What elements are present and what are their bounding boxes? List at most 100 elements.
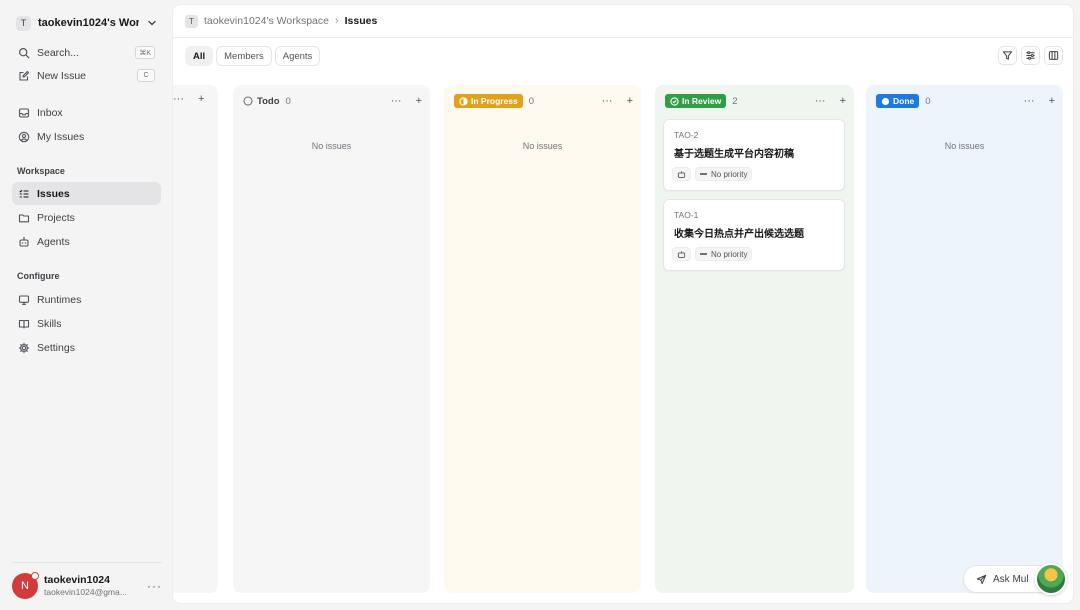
sidebar-item-settings[interactable]: Settings [12,336,161,359]
sliders-icon [1026,51,1035,60]
column-more-icon[interactable]: ··· [1024,95,1035,107]
in-progress-status-icon [459,96,468,106]
issue-meta: No priority [672,247,753,261]
skills-label: Skills [37,317,62,330]
breadcrumb: T taokevin1024's Workspace › Issues [173,5,1073,38]
column-count: 0 [285,95,291,107]
sidebar-item-runtimes[interactable]: Runtimes [12,288,161,311]
breadcrumb-current: Issues [344,15,378,27]
assignee-filter-tabs: All Members Agents [185,46,321,66]
board-column-todo: Todo 0 ··· + No issues [233,85,430,593]
column-more-icon[interactable]: ··· [815,95,826,107]
no-priority-icon [700,253,707,255]
display-options-button[interactable] [1021,46,1040,65]
new-issue-button[interactable]: New Issue C [12,64,161,87]
book-icon [18,319,30,329]
bot-icon [677,250,686,258]
column-more-icon[interactable]: ··· [173,93,184,105]
column-more-icon[interactable]: ··· [391,95,402,107]
sidebar-item-issues[interactable]: Issues [12,182,161,205]
my-issues-label: My Issues [37,130,85,143]
inbox-label: Inbox [37,106,63,119]
search-button[interactable]: Search... ⌘K [12,41,161,64]
sidebar-item-skills[interactable]: Skills [12,312,161,335]
empty-state: No issues [522,141,563,151]
filter-all[interactable]: All [185,46,214,66]
columns-icon [1048,51,1059,60]
done-status-icon [881,97,890,105]
workspace-name: taokevin1024's Wor... [38,17,139,29]
user-email: taokevin1024@gma... [44,586,127,597]
workspace-switcher[interactable]: T taokevin1024's Wor... [12,12,162,34]
search-label: Search... [37,46,80,59]
column-add-icon[interactable]: + [416,95,422,107]
monitor-icon [18,294,30,305]
avatar-initial: N [21,579,29,592]
configure-section-label: Configure [17,271,60,281]
board-column-in-review: In Review 2 ··· + TAO-2 基于选题生成平台内容初稿 No … [655,85,854,593]
empty-state: No issues [311,141,352,151]
runtimes-label: Runtimes [37,293,82,306]
assistant-avatar[interactable] [1035,563,1067,595]
user-name: taokevin1024 [44,573,110,586]
column-header: Todo 0 ··· + [243,93,422,109]
issue-card[interactable]: TAO-2 基于选题生成平台内容初稿 No priority [663,119,845,191]
issue-title: 收集今日热点并产出候选选题 [674,229,804,240]
avatar: N [12,571,39,599]
issue-title: 基于选题生成平台内容初稿 [674,149,794,160]
breadcrumb-workspace-badge: T [185,14,198,28]
ask-label: Ask Mul [993,573,1029,585]
user-info: taokevin1024 taokevin1024@gma... [44,574,127,598]
issues-label: Issues [37,187,70,200]
issue-id: TAO-2 [674,130,699,140]
bot-icon [677,170,686,178]
agents-label: Agents [37,235,70,248]
no-priority-icon [700,173,707,175]
send-icon [976,574,987,584]
new-issue-shortcut: C [137,69,155,82]
filter-agents[interactable]: Agents [274,46,321,66]
gear-icon [18,342,30,353]
column-title-text: In Review [682,96,722,106]
sidebar: T taokevin1024's Wor... Search... ⌘K New… [0,0,172,610]
more-icon[interactable]: ··· [147,579,162,593]
folder-icon [18,213,30,222]
column-actions: ··· + [1024,95,1055,107]
inbox-icon [18,107,30,118]
filter-members[interactable]: Members [216,46,272,66]
priority-chip[interactable]: No priority [695,247,753,261]
breadcrumb-workspace[interactable]: taokevin1024's Workspace [204,15,329,27]
breadcrumb-separator: › [334,15,339,27]
sidebar-item-inbox[interactable]: Inbox [12,101,161,124]
assignee-chip[interactable] [672,247,691,261]
column-add-icon[interactable]: + [840,95,846,107]
column-title-text: In Progress [471,96,518,106]
filter-button[interactable] [998,46,1017,65]
column-count: 0 [528,95,535,107]
board-column-done: Done 0 ··· + No issues [866,85,1063,593]
projects-label: Projects [37,211,75,224]
issue-card[interactable]: TAO-1 收集今日热点并产出候选选题 No priority [663,199,845,271]
user-menu[interactable]: N taokevin1024 taokevin1024@gma... ··· [12,562,162,602]
search-icon [18,47,30,58]
column-header: In Review 2 ··· + [665,93,846,109]
chevron-down-icon [148,20,156,26]
sidebar-item-agents[interactable]: Agents [12,230,161,253]
assignee-chip[interactable] [672,167,691,181]
main-panel: T taokevin1024's Workspace › Issues All … [172,4,1074,604]
column-more-icon[interactable]: ··· [602,95,613,107]
workspace-section-label: Workspace [17,166,65,176]
priority-chip[interactable]: No priority [695,167,753,181]
column-actions: ··· + [602,95,633,107]
column-add-icon[interactable]: + [198,93,204,105]
sidebar-item-my-issues[interactable]: My Issues [12,125,161,148]
column-count: 0 [925,95,931,107]
sidebar-item-projects[interactable]: Projects [12,206,161,229]
column-add-icon[interactable]: + [627,95,633,107]
issue-id: TAO-1 [674,210,699,220]
in-review-status-icon [670,96,679,106]
board-view-button[interactable] [1044,46,1063,65]
column-add-icon[interactable]: + [1049,95,1055,107]
empty-state: No issues [944,141,985,151]
workspace-badge: T [16,15,31,31]
